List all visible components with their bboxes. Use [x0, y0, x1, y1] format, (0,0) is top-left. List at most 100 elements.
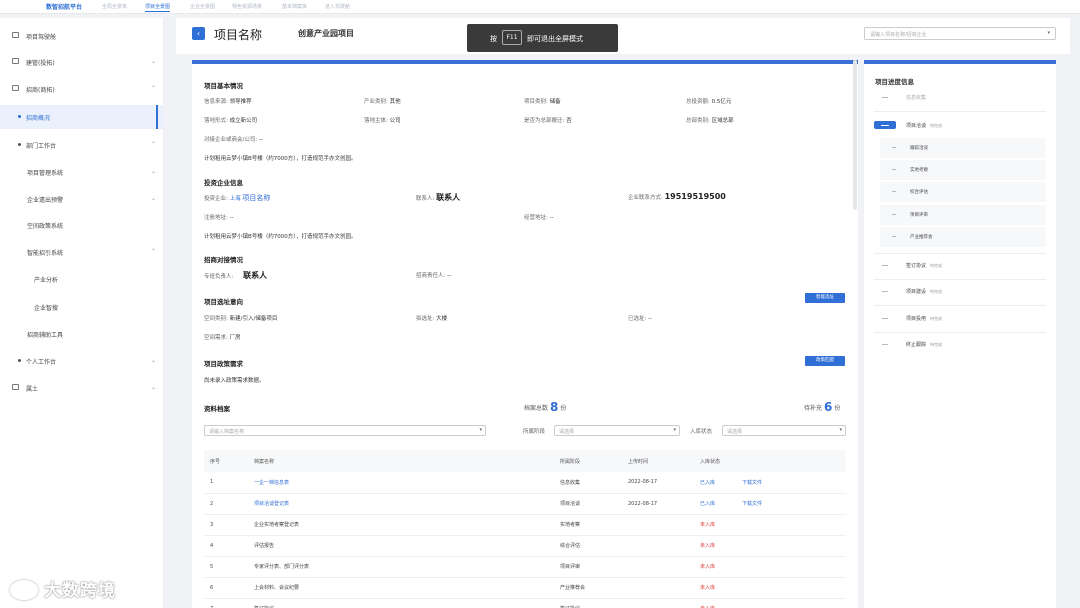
- field-hqtype: 总部类别: 区域总部: [686, 118, 734, 124]
- sidebar-item-cockpit[interactable]: 项目驾驶舱: [0, 24, 164, 48]
- status-select[interactable]: 请选择 ▾: [722, 425, 846, 436]
- status-badge: 未入库: [694, 514, 736, 536]
- progress-title: 项目进度信息: [875, 78, 914, 86]
- sidebar-item-enterprise-search[interactable]: 企业智搜: [0, 295, 164, 319]
- chevron-up-icon: ⌃: [150, 85, 156, 92]
- dot-icon: [18, 115, 21, 118]
- section-title-policy: 项目政策需求: [204, 360, 243, 368]
- table-row: 4 评估报告 综合评估 未入库: [204, 535, 846, 557]
- tab-global[interactable]: 全局全景率: [102, 3, 127, 10]
- sidebar-item-dept-workbench[interactable]: 部门工作台 ⌃: [0, 133, 164, 157]
- status-badge: 未入库: [694, 535, 736, 557]
- section-title-dock: 招商对接情况: [204, 256, 243, 264]
- tab-enterprise-panorama[interactable]: 企业全景图: [190, 3, 215, 10]
- active-step-pill: [874, 121, 896, 129]
- sidebar-item-smart-attract[interactable]: 智能招引系统 ⌃: [0, 240, 164, 264]
- substep-recommend[interactable]: 产业推荐会: [880, 227, 1046, 247]
- sidebar-item-tools[interactable]: 招商辅助工具: [0, 322, 164, 346]
- substep-inspect[interactable]: 实地考察: [880, 160, 1046, 180]
- sidebar-item-investment[interactable]: 招商(商拓) ⌃: [0, 77, 164, 101]
- tab-cockpit[interactable]: 进入驾驶舱: [325, 3, 350, 10]
- investor-description: 计划租用云梦小镇B号楼（约7000方），打造规范手办文创园。: [204, 234, 357, 240]
- sidebar-item-construction[interactable]: 建管(投拓) ⌄: [0, 50, 164, 74]
- caret-down-icon: ▾: [1047, 30, 1050, 36]
- field-space-need: 空间需求: 厂房: [204, 335, 241, 341]
- field-biz-address: 经营地址: --: [524, 215, 554, 221]
- section-title-investor: 投资企业信息: [204, 179, 243, 187]
- step-terminate[interactable]: 终止跟踪 待完成: [882, 341, 942, 348]
- page-title: 项目名称: [214, 28, 263, 42]
- table-row: 7 签订协议 签订协议 未入库: [204, 598, 846, 608]
- sidebar: 项目驾驶舱 建管(投拓) ⌄ 招商(商拓) ⌃ 招商概况 部门工作台 ⌃ 项目管…: [0, 18, 164, 608]
- stage-label: 所属阶段: [523, 429, 546, 435]
- col-no: 序号: [204, 450, 248, 472]
- field-land: 落地形式: 成立新公司: [204, 118, 258, 124]
- archive-pending: 待补充 6 份: [804, 400, 841, 414]
- archive-name-link[interactable]: 一企一档信息表: [248, 472, 554, 494]
- field-person: 联系人: 联系人: [416, 193, 461, 202]
- step-use[interactable]: 项目投用 待完成: [882, 315, 942, 322]
- sidebar-item-exit-warning[interactable]: 企业遗出预警 ⌄: [0, 187, 164, 211]
- table-row: 6 上会材料、会议纪要 产业推荐会 未入库: [204, 577, 846, 599]
- caret-down-icon: ▾: [839, 427, 842, 433]
- archive-name-filter[interactable]: 请输入档案名称 ▾: [204, 425, 486, 436]
- archive-table: 序号 档案名称 所属阶段 上传时间 入库状态 1 一企一档信息表 信息收集 20…: [204, 450, 846, 608]
- search-placeholder: 请输入项目名称/招商企业: [870, 32, 927, 38]
- main-scrollbar[interactable]: [853, 60, 857, 210]
- substep-follow[interactable]: 跟踪洽谈: [880, 138, 1046, 158]
- chevron-down-icon: ⌄: [150, 58, 156, 65]
- sidebar-item-overview[interactable]: 招商概况: [0, 105, 164, 129]
- tab-project-panorama[interactable]: 项目全景图: [145, 3, 171, 12]
- download-link[interactable]: 下载文件: [736, 472, 846, 494]
- back-button[interactable]: ‹: [192, 27, 205, 40]
- download-link[interactable]: 下载文件: [736, 493, 846, 515]
- stage-select[interactable]: 请选择 ▾: [554, 425, 680, 436]
- grid-icon: [12, 384, 19, 390]
- field-space-type: 空间类别: 新建/引入/储备项目: [204, 316, 278, 322]
- sidebar-item-project-mgmt[interactable]: 项目管理系统 ⌄: [0, 160, 164, 184]
- substep-evaluate[interactable]: 综合评估: [880, 182, 1046, 202]
- grid-icon: [12, 58, 19, 64]
- table-row: 1 一企一档信息表 信息收集 2022-08-17 已入库 下载文件: [204, 472, 846, 494]
- col-name: 档案名称: [248, 450, 554, 472]
- toast-pre: 按: [490, 35, 497, 43]
- tab-resources[interactable]: 特色资源场景: [232, 3, 262, 10]
- col-stage: 所属阶段: [554, 450, 622, 472]
- col-action: [736, 450, 846, 472]
- step-negotiation[interactable]: 项目洽谈 待完成: [906, 122, 942, 129]
- sidebar-item-personal-workbench[interactable]: 个人工作台 ⌄: [0, 349, 164, 373]
- sidebar-item-territory[interactable]: 属土 ⌄: [0, 376, 164, 400]
- top-nav: 数智招航平台 全局全景率 项目全景图 企业全景图 特色资源场景 基本档案库 进入…: [0, 0, 1080, 14]
- sidebar-item-industry-analysis[interactable]: 产业分析: [0, 267, 164, 291]
- watermark: 大数跨境: [10, 576, 116, 601]
- field-phone: 企业联系方式: 19519519500: [628, 192, 726, 201]
- archive-total: 档案总数 8 份: [524, 400, 567, 414]
- fullscreen-toast: 按 F11 即可退出全屏模式: [467, 24, 618, 52]
- chevron-down-icon: ⌄: [150, 168, 156, 175]
- smart-site-button[interactable]: 智能选址: [805, 293, 845, 303]
- col-status: 入库状态: [694, 450, 736, 472]
- section-title-archive: 资料档案: [204, 405, 230, 413]
- col-date: 上传时间: [622, 450, 694, 472]
- policy-match-button[interactable]: 政策匹配: [805, 356, 845, 366]
- section-title-site: 项目选址意向: [204, 298, 243, 306]
- progress-panel: 项目进度信息 信息收集 项目洽谈 待完成 跟踪洽谈 实地考察 综合评估 项目评审 …: [864, 60, 1056, 608]
- sidebar-item-space-policy[interactable]: 空间政策系统: [0, 213, 164, 237]
- step-build[interactable]: 项目建设 待完成: [882, 288, 942, 295]
- field-ptype: 项目类别: 储备: [524, 99, 561, 105]
- field-planned-site: 拟选址: 大楼: [416, 316, 448, 322]
- search-select[interactable]: 请输入项目名称/招商企业 ▾: [864, 27, 1056, 40]
- table-row: 2 项目洽谈登记表 项目洽谈 2022-08-17 已入库 下载文件: [204, 493, 846, 515]
- investor-link[interactable]: 项目名称: [242, 194, 270, 202]
- step-sign[interactable]: 签订协议 待完成: [882, 262, 942, 269]
- status-label: 入库状态: [690, 429, 713, 435]
- project-name: 创意产业园项目: [298, 29, 354, 38]
- substep-review[interactable]: 项目评审: [880, 205, 1046, 225]
- step-info-collect[interactable]: 信息收集: [882, 94, 926, 101]
- field-hq: 是否为总部搬迁: 否: [524, 118, 572, 124]
- status-badge: 未入库: [694, 598, 736, 608]
- tab-archive[interactable]: 基本档案库: [282, 3, 307, 10]
- dot-icon: [18, 359, 21, 362]
- archive-name-link[interactable]: 项目洽谈登记表: [248, 493, 554, 515]
- policy-empty-text: 尚未录入政策需求数据。: [204, 378, 265, 384]
